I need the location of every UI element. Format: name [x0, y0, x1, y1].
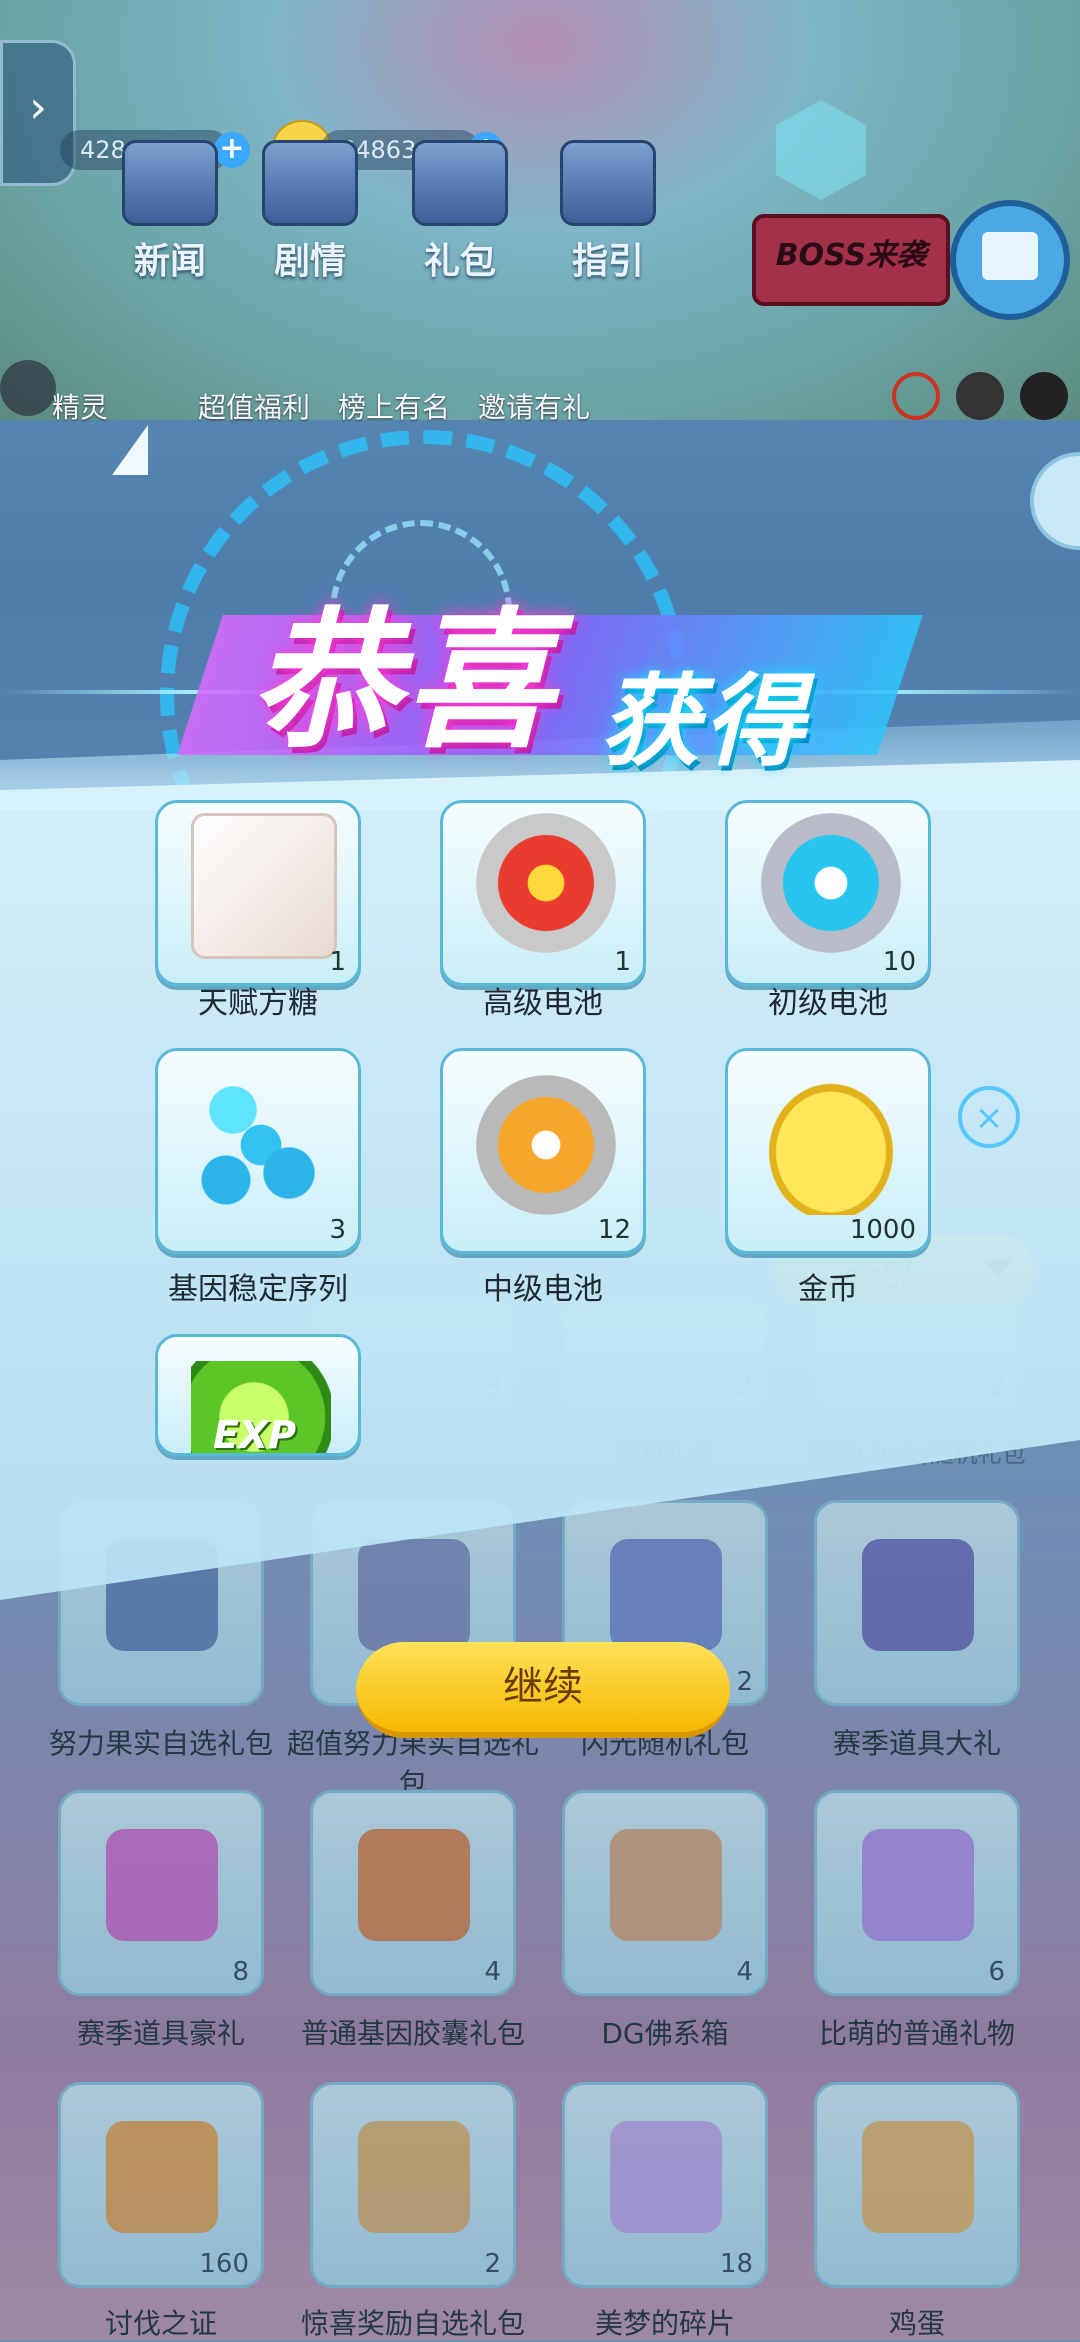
play-icon[interactable] [0, 360, 56, 416]
gene-molecule-icon [191, 1075, 331, 1215]
sub-nav-bar: 精灵 超值福利 榜上有名 邀请有礼 [0, 300, 1080, 424]
reward-item-count: 12 [597, 1215, 631, 1245]
news-icon [122, 140, 218, 226]
decor-arrow [112, 425, 148, 475]
side-expand-button[interactable]: › [0, 40, 76, 186]
chevron-right-icon: › [29, 82, 47, 133]
exp-label: EXP [213, 1413, 297, 1456]
story-icon [262, 140, 358, 226]
reward-item-card: EXP [155, 1334, 361, 1456]
guide-icon [560, 140, 656, 226]
boss-event-button[interactable]: BOSS来袭 [752, 214, 950, 306]
reward-item-name: 金币 [798, 1272, 858, 1307]
gold-cat-coin-icon [761, 1075, 901, 1215]
reward-item-card: 1 [440, 800, 646, 986]
gift-icon [412, 140, 508, 226]
no-ads-icon[interactable] [892, 372, 940, 420]
title-congrats: 恭喜 [250, 595, 559, 769]
mascot-icon[interactable] [956, 372, 1004, 420]
nav-story[interactable]: 剧情 [250, 140, 370, 284]
continue-button[interactable]: 继续 [356, 1642, 730, 1738]
reward-item-count: 1 [329, 947, 346, 977]
reward-item-card: 3 [155, 1048, 361, 1254]
title-obtained: 获得 [600, 663, 808, 780]
reward-item-name: 初级电池 [768, 986, 888, 1021]
orange-battery-icon [476, 1075, 616, 1215]
reward-item-count: 1000 [849, 1215, 916, 1245]
reward-item-card: 1000 [725, 1048, 931, 1254]
sugar-cube-icon [191, 813, 337, 959]
nav-gift[interactable]: 礼包 [400, 140, 520, 284]
nav-guide[interactable]: 指引 [548, 140, 668, 284]
red-battery-icon [476, 813, 616, 953]
map-icon [982, 232, 1038, 280]
reward-item-card: 1 [155, 800, 361, 986]
reward-item-name: 基因稳定序列 [168, 1272, 348, 1307]
reward-item-card: 10 [725, 800, 931, 986]
nav-news[interactable]: 新闻 [110, 140, 230, 284]
reward-item-name: 天赋方糖 [198, 986, 318, 1021]
reward-item-name: 中级电池 [483, 1272, 603, 1307]
reward-item-name: 高级电池 [483, 986, 603, 1021]
close-icon[interactable]: × [958, 1086, 1020, 1148]
menu-icon[interactable] [1020, 372, 1068, 420]
reward-item-count: 3 [329, 1215, 346, 1245]
reward-item-count: 1 [614, 947, 631, 977]
reward-item-count: 10 [882, 947, 916, 977]
blue-battery-icon [761, 813, 901, 953]
exp-orb-icon: EXP [191, 1361, 331, 1456]
reward-item-card: 12 [440, 1048, 646, 1254]
